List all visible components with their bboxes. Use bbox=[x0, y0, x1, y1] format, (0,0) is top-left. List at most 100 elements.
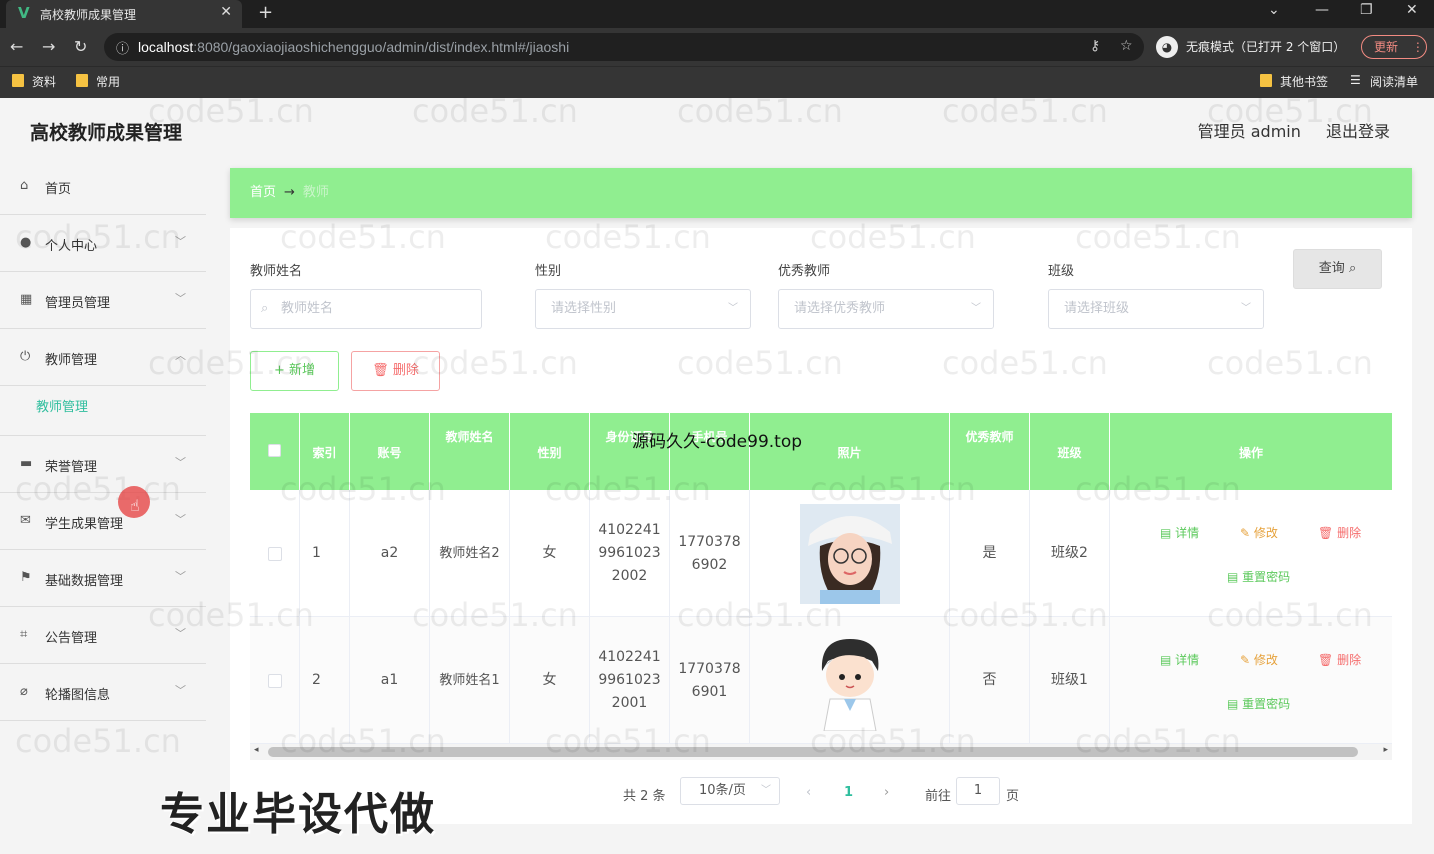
cell-account: a1 bbox=[350, 617, 430, 744]
promo-overlay-text: 专业毕设代做 bbox=[160, 789, 436, 840]
breadcrumb-home[interactable]: 首页 bbox=[250, 185, 276, 200]
tab-search-icon[interactable]: ⌄ bbox=[1268, 2, 1280, 18]
row-select-cell bbox=[250, 490, 300, 617]
col-class[interactable]: 班级 bbox=[1030, 413, 1110, 490]
col-index[interactable]: 索引 bbox=[300, 413, 350, 490]
cell-photo bbox=[750, 490, 950, 617]
banner-overlay-text: 源码久久-code99.top bbox=[632, 432, 803, 452]
teacher-photo[interactable] bbox=[799, 503, 900, 604]
bookmark-folder[interactable]: 资料 bbox=[12, 73, 56, 90]
page-size-select[interactable]: 10条/页 ﹀ bbox=[680, 777, 780, 805]
reload-icon[interactable]: ↻ bbox=[74, 37, 87, 56]
mouse-cursor: ☝ bbox=[118, 486, 150, 518]
scroll-left-icon[interactable]: ◂ bbox=[254, 745, 259, 755]
arrow-right-icon: → bbox=[284, 185, 295, 200]
app-root: 高校教师成果管理 管理员 admin 退出登录 ⌂ 首页 ● 个人中心 ﹀ ▦ … bbox=[0, 92, 1434, 854]
reading-list-icon: ☰ bbox=[1350, 73, 1361, 87]
teacher-photo[interactable] bbox=[799, 630, 900, 731]
reset-password-button[interactable]: ▤ 重置密码 bbox=[1227, 693, 1290, 716]
teacher-name-input[interactable]: ⌕ 教师姓名 bbox=[250, 289, 482, 329]
browser-tab[interactable]: V 高校教师成果管理 ✕ bbox=[6, 0, 242, 28]
col-sex[interactable]: 性别 bbox=[510, 413, 590, 490]
new-tab-button[interactable]: + bbox=[258, 2, 273, 23]
sidebar-item-honors[interactable]: ▬ 荣誉管理 ﹀ bbox=[0, 436, 206, 493]
table-row: 2 a1 教师姓名1 女 410224199610232001 17703786… bbox=[250, 617, 1392, 744]
row-checkbox[interactable] bbox=[267, 546, 282, 561]
col-name[interactable]: 教师姓名 bbox=[430, 413, 510, 490]
cell-name: 教师姓名2 bbox=[430, 490, 510, 617]
site-info-icon[interactable]: ⓘ bbox=[116, 38, 129, 57]
add-button[interactable]: + 新增 bbox=[250, 351, 339, 391]
close-tab-icon[interactable]: ✕ bbox=[220, 4, 232, 20]
reading-list[interactable]: ☰ 阅读清单 bbox=[1350, 73, 1418, 90]
cell-phone: 17703786902 bbox=[670, 490, 750, 617]
query-button[interactable]: 查询 ⌕ bbox=[1293, 249, 1382, 289]
chevron-down-icon: ﹀ bbox=[175, 513, 186, 526]
cell-id-card: 410224199610232001 bbox=[590, 617, 670, 744]
folder-icon bbox=[12, 74, 24, 87]
star-icon[interactable]: ☆ bbox=[1120, 38, 1133, 54]
reset-password-button[interactable]: ▤ 重置密码 bbox=[1227, 566, 1290, 589]
horizontal-scrollbar[interactable]: ◂ ▸ bbox=[250, 744, 1392, 760]
scrollbar-thumb[interactable] bbox=[268, 747, 1358, 757]
cell-photo bbox=[750, 617, 950, 744]
row-checkbox[interactable] bbox=[267, 673, 282, 688]
current-page[interactable]: 1 bbox=[844, 785, 853, 800]
sidebar-item-profile[interactable]: ● 个人中心 ﹀ bbox=[0, 215, 206, 272]
col-excellent[interactable]: 优秀教师 bbox=[950, 413, 1030, 490]
cell-excellent: 是 bbox=[950, 490, 1030, 617]
sidebar-item-base-data[interactable]: ⚑ 基础数据管理 ﹀ bbox=[0, 550, 206, 607]
incognito-indicator[interactable]: ◕ 无痕模式（已打开 2 个窗口） bbox=[1156, 35, 1345, 59]
back-icon[interactable]: ← bbox=[10, 37, 23, 56]
folder-icon bbox=[76, 74, 88, 87]
next-page-icon[interactable]: › bbox=[884, 785, 889, 800]
sidebar-item-teachers[interactable]: ⏻ 教师管理 ︿ bbox=[0, 329, 206, 386]
close-window-button[interactable]: ✕ bbox=[1406, 2, 1418, 18]
detail-button[interactable]: ▤ 详情 bbox=[1160, 522, 1199, 545]
bookmark-folder[interactable]: 常用 bbox=[76, 73, 120, 90]
row-delete-button[interactable]: 🗑 删除 bbox=[1318, 649, 1361, 672]
edit-button[interactable]: ✎ 修改 bbox=[1240, 649, 1278, 672]
sidebar-item-admins[interactable]: ▦ 管理员管理 ﹀ bbox=[0, 272, 206, 329]
plus-icon: + bbox=[273, 363, 285, 378]
cell-index: 1 bbox=[300, 490, 350, 617]
scroll-right-icon[interactable]: ▸ bbox=[1383, 745, 1388, 755]
minimize-button[interactable]: — bbox=[1315, 2, 1329, 18]
chevron-down-icon: ﹀ bbox=[1241, 303, 1251, 314]
user-icon: ● bbox=[20, 235, 32, 250]
table-row: 1 a2 教师姓名2 女 410224199610232002 17703786… bbox=[250, 490, 1392, 617]
sidebar-item-home[interactable]: ⌂ 首页 bbox=[0, 158, 206, 215]
forward-icon[interactable]: → bbox=[42, 37, 55, 56]
sidebar-item-carousel[interactable]: ⌀ 轮播图信息 ﹀ bbox=[0, 664, 206, 721]
update-button[interactable]: 更新 ⋮ bbox=[1361, 35, 1427, 59]
delete-button[interactable]: 🗑 删除 bbox=[351, 351, 440, 391]
detail-button[interactable]: ▤ 详情 bbox=[1160, 649, 1199, 672]
select-all-checkbox[interactable] bbox=[268, 444, 281, 457]
prev-page-icon[interactable]: ‹ bbox=[806, 785, 811, 800]
logout-link[interactable]: 退出登录 bbox=[1326, 122, 1390, 141]
key-icon[interactable]: ⚷ bbox=[1090, 38, 1100, 54]
chevron-down-icon: ﹀ bbox=[728, 303, 738, 314]
chevron-down-icon: ﹀ bbox=[175, 570, 186, 583]
table-header: 索引 账号 教师姓名 性别 身份证号 手机号 照片 优秀教师 班级 操作 bbox=[250, 413, 1392, 490]
col-account[interactable]: 账号 bbox=[350, 413, 430, 490]
edit-button[interactable]: ✎ 修改 bbox=[1240, 522, 1278, 545]
sidebar-item-notices[interactable]: ⌗ 公告管理 ﹀ bbox=[0, 607, 206, 664]
address-bar[interactable]: ⓘ localhost:8080/gaoxiaojiaoshichengguo/… bbox=[104, 33, 1144, 61]
vue-logo-icon: V bbox=[18, 4, 30, 22]
restore-button[interactable]: ❐ bbox=[1360, 2, 1373, 18]
row-delete-button[interactable]: 🗑 删除 bbox=[1318, 522, 1361, 545]
goto-label: 前往 bbox=[925, 789, 952, 804]
sidebar-subitem-teacher-mgmt[interactable]: 教师管理 bbox=[0, 386, 206, 436]
sidebar-item-student-results[interactable]: ✉ 学生成果管理 ﹀ bbox=[0, 493, 206, 550]
other-bookmarks[interactable]: 其他书签 bbox=[1260, 73, 1328, 90]
chevron-down-icon: ﹀ bbox=[175, 684, 186, 697]
cell-phone: 17703786901 bbox=[670, 617, 750, 744]
col-actions: 操作 bbox=[1238, 446, 1263, 460]
class-select[interactable]: 请选择班级 ﹀ bbox=[1048, 289, 1264, 329]
browser-nav-bar: ← → ↻ ⓘ localhost:8080/gaoxiaojiaoshiche… bbox=[0, 28, 1434, 66]
excellent-select[interactable]: 请选择优秀教师 ﹀ bbox=[778, 289, 994, 329]
cell-actions: ▤ 详情 ✎ 修改 🗑 删除 ▤ 重置密码 bbox=[1110, 617, 1392, 744]
sex-select[interactable]: 请选择性别 ﹀ bbox=[535, 289, 751, 329]
page-jump-input[interactable]: 1 bbox=[956, 777, 1000, 805]
